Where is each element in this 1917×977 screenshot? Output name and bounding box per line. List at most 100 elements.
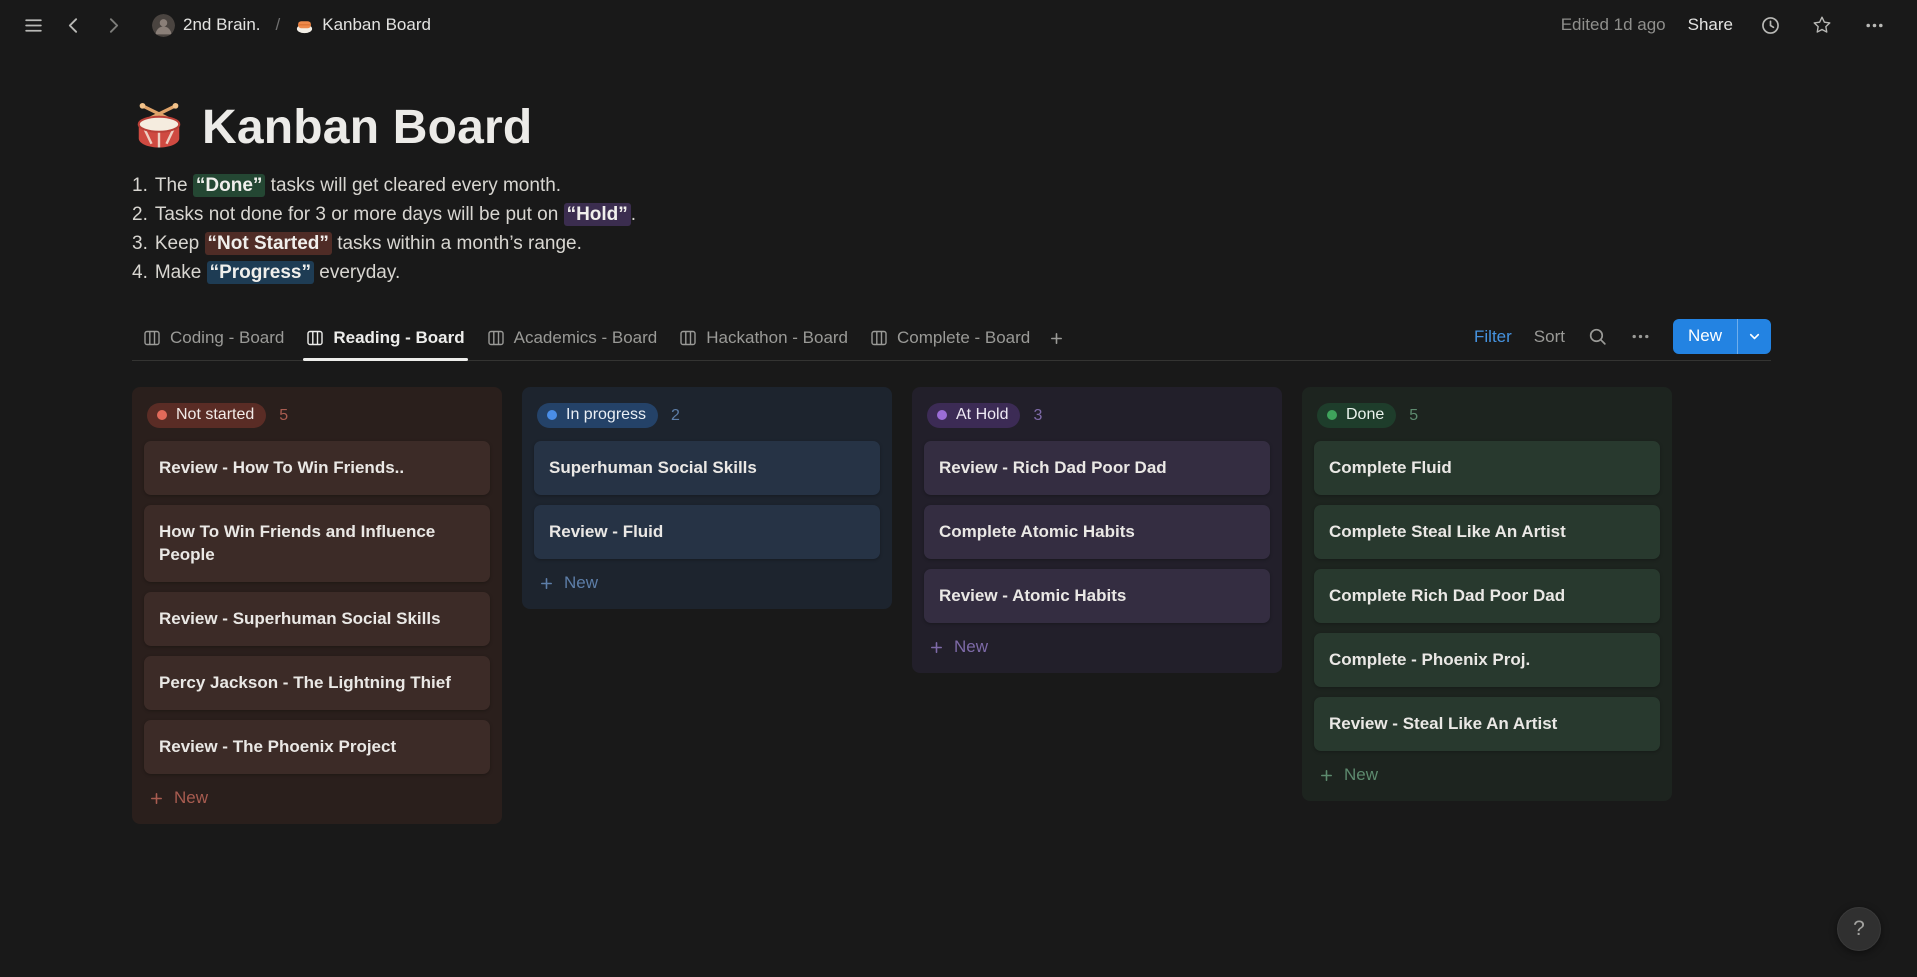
filter-button[interactable]: Filter — [1474, 327, 1512, 347]
add-card-label: New — [1344, 765, 1379, 784]
clock-icon[interactable] — [1755, 10, 1785, 40]
status-dot-icon — [547, 410, 557, 420]
board-view-icon — [306, 329, 324, 347]
text-highlight-purple: “Hold” — [563, 203, 631, 226]
kanban-card-percy-jackson-the-lightning-thief[interactable]: Percy Jackson - The Lightning Thief — [144, 656, 490, 710]
text-highlight-blue: “Progress” — [206, 261, 314, 284]
menu-icon[interactable] — [18, 10, 48, 40]
page-content: Kanban Board 1. The “Done” tasks will get… — [0, 100, 1917, 824]
help-button[interactable]: ? — [1837, 907, 1881, 951]
card-list: Review - How To Win Friends.. How To Win … — [144, 441, 490, 774]
chevron-down-icon[interactable] — [1737, 319, 1771, 354]
board-column-at-hold: At Hold 3 Review - Rich Dad Poor Dad Comple… — [912, 387, 1282, 673]
view-tab-coding-board[interactable]: Coding - Board — [132, 319, 295, 360]
kanban-card-review-fluid[interactable]: Review - Fluid — [534, 505, 880, 559]
edited-timestamp: Edited 1d ago — [1560, 15, 1666, 34]
column-header: At Hold 3 — [924, 397, 1270, 441]
status-badge-done[interactable]: Done — [1317, 403, 1397, 428]
add-card-button[interactable]: New — [1314, 751, 1660, 787]
card-title: Complete Fluid — [1329, 458, 1452, 477]
card-title: Review - Fluid — [549, 522, 664, 541]
workspace-avatar — [152, 13, 175, 37]
status-label: Done — [1346, 406, 1385, 423]
view-more-options-icon[interactable] — [1630, 326, 1651, 347]
share-button[interactable]: Share — [1688, 15, 1733, 35]
rule-text: everyday. — [313, 262, 401, 283]
kanban-card-how-to-win-friends-and-influence-people[interactable]: How To Win Friends and Influence People — [144, 505, 490, 582]
kanban-card-complete-steal-like-an-artist[interactable]: Complete Steal Like An Artist — [1314, 505, 1660, 559]
add-view-plus-icon[interactable] — [1041, 322, 1072, 358]
card-count: 5 — [1409, 406, 1419, 424]
card-title: Review - The Phoenix Project — [159, 737, 397, 756]
view-tabs: Coding - Board Reading - Board Academics -… — [132, 319, 1072, 361]
add-card-button[interactable]: New — [924, 623, 1270, 659]
kanban-card-review-superhuman-social-skills[interactable]: Review - Superhuman Social Skills — [144, 592, 490, 646]
status-badge-in-progress[interactable]: In progress — [537, 403, 659, 428]
status-badge-at-hold[interactable]: At Hold — [927, 403, 1021, 428]
board-view-icon — [870, 329, 888, 347]
kanban-card-complete-rich-dad-poor-dad[interactable]: Complete Rich Dad Poor Dad — [1314, 569, 1660, 623]
rule-number: 2. — [132, 204, 148, 225]
card-title: Review - Atomic Habits — [939, 586, 1127, 605]
kanban-card-review-the-phoenix-project[interactable]: Review - The Phoenix Project — [144, 720, 490, 774]
card-title: Complete Steal Like An Artist — [1329, 522, 1566, 541]
breadcrumb-separator: / — [275, 15, 281, 34]
add-card-label: New — [174, 788, 209, 807]
board-column-done: Done 5 Complete Fluid Complete Steal Like A… — [1302, 387, 1672, 801]
page-crumb[interactable]: Kanban Board — [289, 12, 437, 38]
kanban-board: Not started 5 Review - How To Win Friends.… — [132, 387, 1771, 824]
view-tab-hackathon-board[interactable]: Hackathon - Board — [668, 319, 859, 360]
star-icon[interactable] — [1807, 10, 1837, 40]
card-title: Complete Rich Dad Poor Dad — [1329, 586, 1566, 605]
board-column-not-started: Not started 5 Review - How To Win Friends.… — [132, 387, 502, 824]
page-title-row: Kanban Board — [132, 100, 1771, 155]
board-column-in-progress: In progress 2 Superhuman Social Skills Revi… — [522, 387, 892, 609]
view-tab-reading-board[interactable]: Reading - Board — [295, 319, 475, 361]
rule-item: 3. Keep “Not Started” tasks within a mont… — [132, 229, 1771, 258]
back-arrow-icon[interactable] — [58, 10, 88, 40]
card-title: Superhuman Social Skills — [549, 458, 757, 477]
card-list: Review - Rich Dad Poor Dad Complete Atomi… — [924, 441, 1270, 623]
status-label: In progress — [566, 406, 647, 423]
board-view-icon — [143, 329, 161, 347]
kanban-card-review-rich-dad-poor-dad[interactable]: Review - Rich Dad Poor Dad — [924, 441, 1270, 495]
card-title: How To Win Friends and Influence People — [159, 522, 436, 564]
card-title: Review - How To Win Friends.. — [159, 458, 405, 477]
new-button-group: New — [1672, 319, 1771, 354]
kanban-card-review-how-to-win-friends[interactable]: Review - How To Win Friends.. — [144, 441, 490, 495]
search-icon[interactable] — [1587, 326, 1608, 347]
add-card-button[interactable]: New — [144, 774, 490, 810]
kanban-card-complete-fluid[interactable]: Complete Fluid — [1314, 441, 1660, 495]
kanban-card-complete-phoenix-proj[interactable]: Complete - Phoenix Proj. — [1314, 633, 1660, 687]
forward-arrow-icon[interactable] — [98, 10, 128, 40]
kanban-card-complete-atomic-habits[interactable]: Complete Atomic Habits — [924, 505, 1270, 559]
view-tab-complete-board[interactable]: Complete - Board — [859, 319, 1041, 360]
status-badge-not-started[interactable]: Not started — [147, 403, 267, 428]
kanban-card-superhuman-social-skills[interactable]: Superhuman Social Skills — [534, 441, 880, 495]
sushi-icon — [295, 16, 314, 35]
rule-item: 1. The “Done” tasks will get cleared ever… — [132, 171, 1771, 200]
view-tab-academics-board[interactable]: Academics - Board — [476, 319, 669, 360]
rule-text: . — [630, 204, 637, 225]
sort-button[interactable]: Sort — [1534, 327, 1565, 347]
more-options-icon[interactable] — [1859, 10, 1889, 40]
add-card-button[interactable]: New — [534, 559, 880, 595]
breadcrumb: 2nd Brain. / Kanban Board — [146, 11, 437, 40]
views-bar: Coding - Board Reading - Board Academics -… — [132, 319, 1771, 361]
kanban-card-review-atomic-habits[interactable]: Review - Atomic Habits — [924, 569, 1270, 623]
add-card-label: New — [954, 637, 989, 656]
rules-list: 1. The “Done” tasks will get cleared ever… — [132, 171, 1771, 287]
plus-icon — [149, 791, 164, 806]
workspace-name: 2nd Brain. — [183, 15, 261, 34]
card-list: Complete Fluid Complete Steal Like An Art… — [1314, 441, 1660, 751]
text-highlight-red: “Not Started” — [204, 232, 332, 255]
card-title: Complete - Phoenix Proj. — [1329, 650, 1531, 669]
new-button[interactable]: New — [1673, 319, 1737, 354]
workspace-crumb[interactable]: 2nd Brain. — [146, 11, 267, 40]
card-title: Percy Jackson - The Lightning Thief — [159, 673, 451, 692]
rule-number: 4. — [132, 262, 148, 283]
kanban-card-review-steal-like-an-artist[interactable]: Review - Steal Like An Artist — [1314, 697, 1660, 751]
card-title: Review - Steal Like An Artist — [1329, 714, 1558, 733]
status-dot-icon — [157, 410, 167, 420]
plus-icon — [929, 640, 944, 655]
